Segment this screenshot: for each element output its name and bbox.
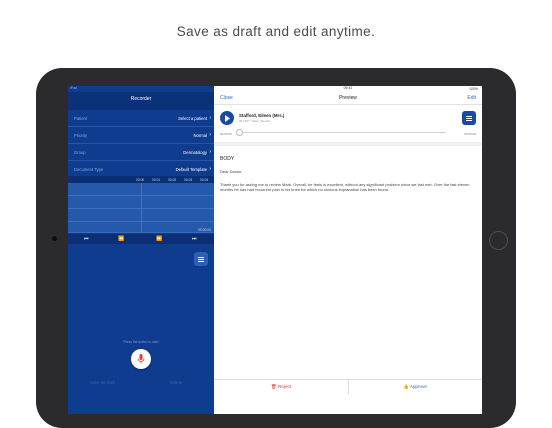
record-button[interactable] (131, 349, 151, 369)
delete-button[interactable]: Delete (170, 380, 182, 385)
group-row[interactable]: Group Dermatology › (68, 144, 214, 161)
recording-timestamp: 00:00.00 (198, 228, 211, 232)
record-hint: Press the button to start (123, 340, 159, 344)
group-label: Group (74, 150, 86, 155)
document-icon[interactable] (462, 111, 476, 125)
save-draft-button[interactable]: Save as draft (90, 380, 115, 385)
timeline-tick: 00:00 (136, 177, 145, 182)
preview-title: Preview (339, 95, 357, 101)
approve-label: Approve (409, 384, 427, 389)
preview-nav-bar: Close Preview Edit (214, 92, 482, 105)
playback-end-time: 00:00:00 (464, 132, 476, 136)
timeline-tick: 00:03 (184, 177, 193, 182)
fast-forward-icon[interactable]: ⏩ (156, 236, 162, 242)
reject-button[interactable]: 🗑 Reject (214, 384, 348, 390)
recorder-bottom-bar: Save as draft Delete (68, 376, 214, 390)
section-divider (214, 142, 482, 146)
document-type-value: Default Template (175, 167, 207, 172)
chevron-right-icon: › (209, 132, 211, 138)
battery-indicator: 100% (469, 86, 478, 91)
document-type-label: Document Type (74, 167, 104, 172)
approve-button[interactable]: 👍 Approve (348, 384, 482, 390)
patient-value: Select a patient (178, 116, 207, 121)
patient-row[interactable]: Patient Select a patient › (68, 110, 214, 127)
priority-label: Priority (74, 133, 88, 138)
recorder-panel: iPad Recorder Patient Select a patient ›… (68, 86, 214, 414)
playback-scrubber[interactable] (236, 129, 243, 136)
thumbs-up-icon: 👍 (403, 384, 409, 389)
timeline-tick: 00:02 (168, 177, 177, 182)
group-value: Dermatology (183, 150, 207, 155)
edit-button[interactable]: Edit (467, 95, 476, 101)
letter-body: Thank you for asking me to review Mark. … (220, 182, 470, 193)
status-time: 09:41 (343, 86, 353, 90)
priority-value: Normal (193, 133, 208, 138)
recorder-nav-bar: Recorder (68, 92, 214, 110)
chevron-right-icon: › (209, 115, 211, 121)
patient-label: Patient (74, 116, 88, 121)
marketing-caption: Save as draft and edit anytime. (176, 24, 376, 39)
skip-to-start-icon[interactable]: ⏮ (84, 236, 89, 242)
letter-greeting: Dear Doctor, (220, 169, 243, 174)
playback-progress-track[interactable] (240, 132, 446, 133)
chevron-right-icon: › (209, 149, 211, 155)
patient-meta: 05.2017 | Male | Benda (239, 119, 270, 123)
recorder-title: Recorder (130, 96, 152, 102)
preview-action-bar: 🗑 Reject 👍 Approve (214, 379, 482, 394)
front-camera (52, 236, 57, 241)
notes-icon[interactable] (194, 252, 208, 266)
skip-to-end-icon[interactable]: ⏭ (192, 236, 197, 242)
patient-name: Stafford, Eileen (Mrs.) (239, 113, 285, 118)
timeline-tick: 00:01 (152, 177, 161, 182)
status-carrier: iPad (70, 86, 78, 90)
home-button[interactable] (489, 231, 508, 250)
rewind-icon[interactable]: ⏪ (118, 236, 124, 242)
trash-icon: 🗑 (270, 384, 277, 389)
transport-controls: ⏮ ⏪ ⏩ ⏭ (68, 234, 214, 244)
section-heading: BODY (220, 156, 235, 162)
play-button[interactable] (220, 111, 234, 125)
priority-row[interactable]: Priority Normal › (68, 127, 214, 144)
microphone-icon (137, 354, 145, 364)
play-icon (224, 114, 230, 122)
ipad-screen: iPad Recorder Patient Select a patient ›… (68, 86, 482, 414)
timeline-tick: 00:04 (200, 177, 209, 182)
chevron-right-icon: › (209, 166, 211, 172)
playhead[interactable] (141, 183, 142, 233)
preview-panel: 09:41 100% Close Preview Edit Stafford, … (214, 86, 482, 414)
playback-start-time: 00:00:00 (220, 132, 232, 136)
reject-label: Reject (278, 384, 292, 389)
timeline-ruler: 00:00 00:01 00:02 00:03 00:04 (68, 176, 214, 183)
